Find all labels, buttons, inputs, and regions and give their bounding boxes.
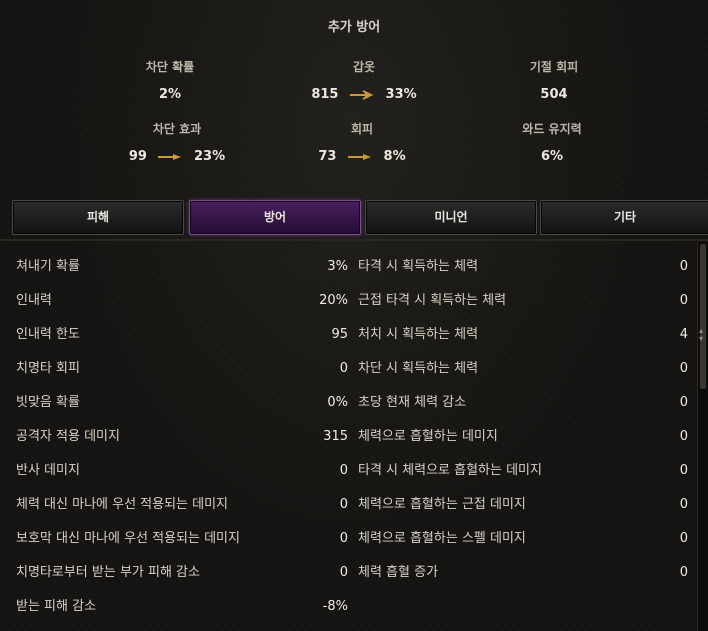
list-item: 보호막 대신 마나에 우선 적용되는 데미지 0 — [16, 531, 348, 546]
stat-dodge: 회피 73 8% — [262, 120, 462, 164]
stat-value: 73 8% — [318, 149, 406, 164]
list-item: 받는 피해 감소 -8% — [16, 599, 348, 614]
list-item: 반사 데미지 0 — [16, 463, 348, 478]
stat-value: 6% — [540, 149, 564, 164]
list-item: 초당 현재 체력 감소 0 — [358, 395, 688, 410]
list-item: 근접 타격 시 획득하는 체력 0 — [358, 293, 688, 308]
stat-block-chance: 차단 확률 2% — [70, 58, 270, 102]
stat-label: 회피 — [350, 122, 374, 136]
stat-armor: 갑옷 815 33% — [264, 58, 464, 102]
list-item: 타격 시 획득하는 체력 0 — [358, 259, 688, 274]
stat-value: 99 23% — [128, 149, 226, 164]
tab-damage[interactable]: 피해 — [12, 200, 184, 235]
list-item: 타격 시 체력으로 흡혈하는 데미지 0 — [358, 463, 688, 478]
grip-icon: ▴ ▾ — [699, 326, 704, 343]
list-item: 쳐내기 확률 3% — [16, 259, 348, 274]
stat-block-effectiveness: 차단 효과 99 23% — [77, 120, 277, 164]
tab-minion[interactable]: 미니언 — [365, 200, 537, 235]
panel-divider — [0, 239, 708, 241]
stat-label: 차단 확률 — [145, 60, 195, 74]
list-item: 치명타 회피 0 — [16, 361, 348, 376]
stat-value: 504 — [540, 87, 568, 102]
list-item: 체력 대신 마나에 우선 적용되는 데미지 0 — [16, 497, 348, 512]
arrow-right-icon — [350, 89, 374, 100]
stat-ward-retention: 와드 유지력 6% — [452, 120, 652, 164]
stat-label: 기절 회피 — [529, 60, 579, 74]
stat-label: 갑옷 — [352, 60, 376, 74]
stat-value: 2% — [158, 87, 182, 102]
section-title: 추가 방어 — [327, 20, 381, 35]
stat-label: 차단 효과 — [152, 122, 202, 136]
list-item: 빗맞음 확률 0% — [16, 395, 348, 410]
list-item: 처치 시 획득하는 체력 4 — [358, 327, 688, 342]
tab-defense[interactable]: 방어 — [189, 200, 361, 235]
stat-label: 와드 유지력 — [522, 122, 582, 136]
list-item: 체력으로 흡혈하는 근접 데미지 0 — [358, 497, 688, 512]
stat-value: 815 33% — [311, 87, 417, 102]
list-item: 인내력 20% — [16, 293, 348, 308]
arrow-right-icon — [158, 153, 182, 160]
defense-stats-right: 타격 시 획득하는 체력 0 근접 타격 시 획득하는 체력 0 처치 시 획득하는… — [358, 250, 688, 590]
scrollbar-thumb[interactable] — [700, 244, 706, 389]
list-item: 체력으로 흡혈하는 데미지 0 — [358, 429, 688, 444]
arrow-right-icon — [348, 153, 371, 160]
tab-misc[interactable]: 기타 — [540, 200, 708, 235]
defense-stats-left: 쳐내기 확률 3% 인내력 20% 인내력 한도 95 치명타 회피 0 빗맞음 확률 0… — [16, 250, 348, 624]
list-item: 인내력 한도 95 — [16, 327, 348, 342]
list-item: 체력으로 흡혈하는 스펠 데미지 0 — [358, 531, 688, 546]
stat-stun-avoidance: 기절 회피 504 — [454, 58, 654, 102]
scrollbar[interactable]: ▴ ▾ — [697, 242, 708, 631]
list-item: 체력 흡혈 증가 0 — [358, 565, 688, 580]
list-item: 치명타로부터 받는 부가 피해 감소 0 — [16, 565, 348, 580]
list-item: 차단 시 획득하는 체력 0 — [358, 361, 688, 376]
stat-tabs: 피해 방어 미니언 기타 — [12, 200, 708, 236]
list-item: 공격자 적용 데미지 315 — [16, 429, 348, 444]
